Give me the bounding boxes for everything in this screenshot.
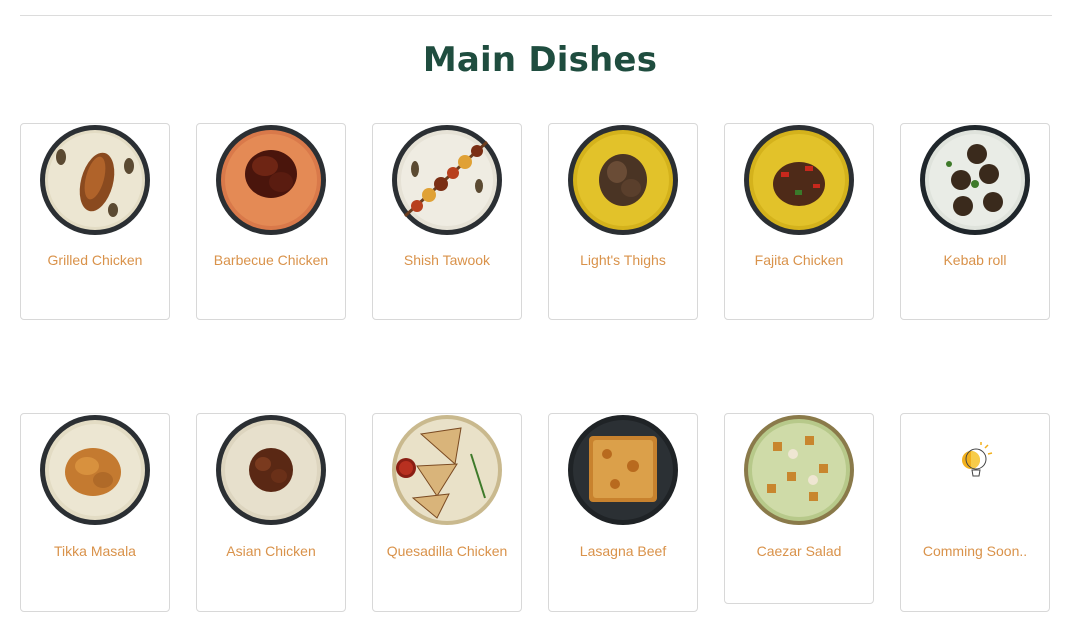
dish-name: Light's Thighs [580,252,666,268]
dish-card-lasagna-beef[interactable]: Lasagna Beef [548,413,698,612]
dish-image-asian-chicken [216,415,326,525]
top-divider [20,15,1052,16]
dish-card-fajita-chicken[interactable]: Fajita Chicken [724,123,874,320]
dish-card-grilled-chicken[interactable]: Grilled Chicken [20,123,170,320]
dish-image-quesadilla-chicken [392,415,502,525]
dish-image-lights-thighs [568,125,678,235]
dish-name: Quesadilla Chicken [386,543,508,559]
dish-image-shish-tawook [392,125,502,235]
dish-image-lasagna-beef [568,415,678,525]
dish-card-lights-thighs[interactable]: Light's Thighs [548,123,698,320]
dish-card-barbecue-chicken[interactable]: Barbecue Chicken [196,123,346,320]
dish-name: Asian Chicken [226,543,316,559]
dish-card-quesadilla-chicken[interactable]: Quesadilla Chicken [372,413,522,612]
dish-name: Shish Tawook [403,252,491,268]
dish-card-tikka-masala[interactable]: Tikka Masala [20,413,170,612]
dish-image-tikka-masala [40,415,150,525]
dish-card-asian-chicken[interactable]: Asian Chicken [196,413,346,612]
dish-card-kebab-roll[interactable]: Kebab roll [900,123,1050,320]
lightbulb-icon [962,442,993,477]
dish-name: Tikka Masala [54,543,136,559]
dish-card-caezar-salad[interactable]: Caezar Salad [724,413,874,604]
dish-name: Lasagna Beef [579,543,667,559]
dish-name: Comming Soon.. [922,543,1028,559]
dish-name: Caezar Salad [756,543,842,559]
dish-image-grilled-chicken [40,125,150,235]
dish-image-fajita-chicken [744,125,854,235]
section-title: Main Dishes [422,40,658,80]
dish-card-coming-soon[interactable]: Comming Soon.. [900,413,1050,612]
dish-image-caezar-salad [744,415,854,525]
dish-name: Fajita Chicken [754,252,844,268]
dish-image-kebab-roll [920,125,1030,235]
dish-image-barbecue-chicken [216,125,326,235]
dish-name: Barbecue Chicken [213,252,329,268]
dish-name: Grilled Chicken [47,252,143,268]
dish-name: Kebab roll [943,252,1007,268]
dish-card-shish-tawook[interactable]: Shish Tawook [372,123,522,320]
